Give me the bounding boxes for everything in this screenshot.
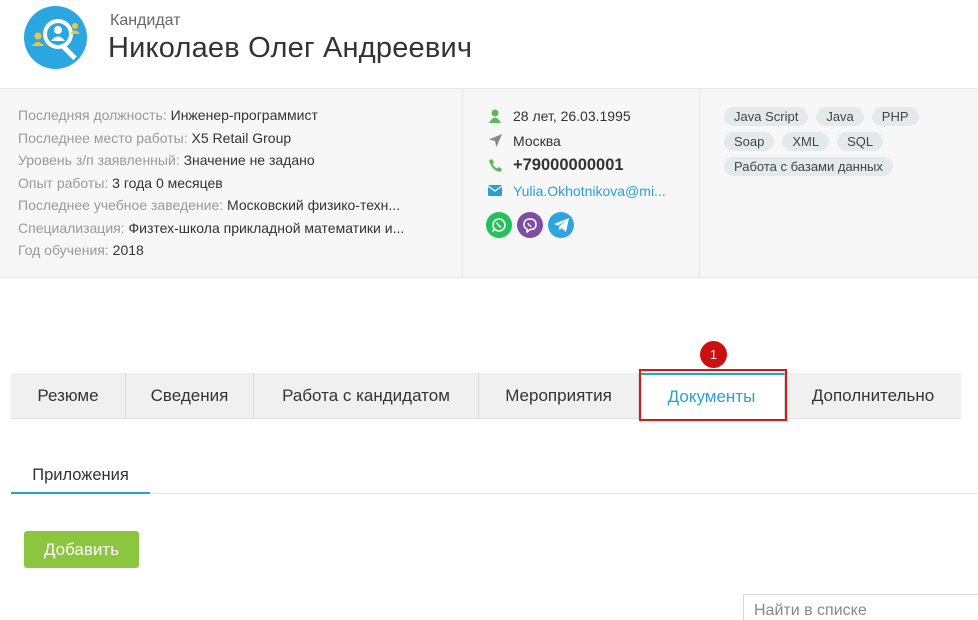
phone-line: +79000000001 <box>486 153 691 178</box>
detail-key: Последнее учебное заведение: <box>18 197 224 213</box>
detail-row-study-year: Год обучения: 2018 <box>18 239 438 262</box>
skill-tag[interactable]: PHP <box>871 107 919 126</box>
tab-resume[interactable]: Резюме <box>11 373 126 419</box>
subtab-attachments[interactable]: Приложения <box>11 458 150 494</box>
detail-key: Последняя должность: <box>18 107 167 123</box>
city: Москва <box>513 132 561 149</box>
messenger-links <box>486 212 691 238</box>
candidate-info-panel: Последняя должность: Инженер-программист… <box>0 88 978 278</box>
candidate-header: Кандидат Николаев Олег Андреевич <box>0 0 978 88</box>
person-icon <box>486 109 504 123</box>
detail-value: Значение не задано <box>183 152 315 168</box>
detail-row-education: Последнее учебное заведение: Московский … <box>18 194 438 217</box>
detail-key: Опыт работы: <box>18 174 109 191</box>
detail-row-workplace: Последнее место работы: X5 Retail Group <box>18 127 438 150</box>
detail-value: X5 Retail Group <box>191 129 292 146</box>
highlight-frame <box>639 369 787 421</box>
age-line: 28 лет, 26.03.1995 <box>486 103 691 128</box>
whatsapp-icon[interactable] <box>486 212 512 238</box>
candidate-contacts: 28 лет, 26.03.1995 Москва +79000000001 Y… <box>486 103 691 238</box>
envelope-icon <box>486 185 504 196</box>
step-number-badge: 1 <box>700 341 727 368</box>
telegram-icon[interactable] <box>548 212 574 238</box>
detail-key: Специализация: <box>18 219 125 236</box>
skill-tag[interactable]: Java Script <box>724 107 809 126</box>
detail-key: Последнее место работы: <box>18 129 188 146</box>
email-link[interactable]: Yulia.Okhotnikova@mi... <box>513 183 666 199</box>
candidate-tabs: Резюме Сведения Работа с кандидатом Меро… <box>11 373 961 419</box>
skill-tag[interactable]: XML <box>782 132 830 151</box>
search-input[interactable] <box>743 594 978 620</box>
tab-candidate-work[interactable]: Работа с кандидатом <box>254 373 479 419</box>
tab-additional[interactable]: Дополнительно <box>785 373 961 419</box>
candidate-details: Последняя должность: Инженер-программист… <box>18 104 438 262</box>
detail-key: Уровень з/п заявленный: <box>18 152 180 168</box>
page-type-label: Кандидат <box>110 12 181 29</box>
add-button[interactable]: Добавить <box>24 531 139 568</box>
detail-value: Инженер-программист <box>170 107 318 123</box>
age-birthdate: 28 лет, 26.03.1995 <box>513 107 631 124</box>
detail-value: 2018 <box>112 242 144 258</box>
skill-tag[interactable]: Soap <box>724 132 775 151</box>
detail-row-specialization: Специализация: Физтех-школа прикладной м… <box>18 217 438 240</box>
documents-subtabs: Приложения <box>11 458 978 494</box>
phone-icon <box>486 159 504 172</box>
detail-row-experience: Опыт работы: 3 года 0 месяцев <box>18 172 438 195</box>
detail-row-salary: Уровень з/п заявленный: Значение не зада… <box>18 149 438 172</box>
email-line: Yulia.Okhotnikova@mi... <box>486 178 691 203</box>
divider <box>462 89 463 277</box>
detail-value: Физтех-школа прикладной математики и... <box>128 219 405 236</box>
divider <box>699 89 700 277</box>
skill-tag[interactable]: SQL <box>837 132 884 151</box>
tab-details[interactable]: Сведения <box>126 373 254 419</box>
detail-row-position: Последняя должность: Инженер-программист <box>18 104 438 127</box>
detail-value: 3 года 0 месяцев <box>112 174 223 191</box>
skill-tag[interactable]: Java <box>816 107 864 126</box>
viber-icon[interactable] <box>517 212 543 238</box>
tab-events[interactable]: Мероприятия <box>479 373 639 419</box>
phone-number[interactable]: +79000000001 <box>513 156 624 175</box>
skill-tag[interactable]: Работа с базами данных <box>724 157 893 176</box>
detail-key: Год обучения: <box>18 242 109 258</box>
city-line: Москва <box>486 128 691 153</box>
candidate-search-icon <box>24 6 87 69</box>
candidate-name: Николаев Олег Андреевич <box>108 32 473 64</box>
skills-tags: Java Script Java PHP Soap XML SQL Работа… <box>724 107 964 176</box>
detail-value: Московский физико-техн... <box>227 197 401 213</box>
location-arrow-icon <box>486 134 504 147</box>
